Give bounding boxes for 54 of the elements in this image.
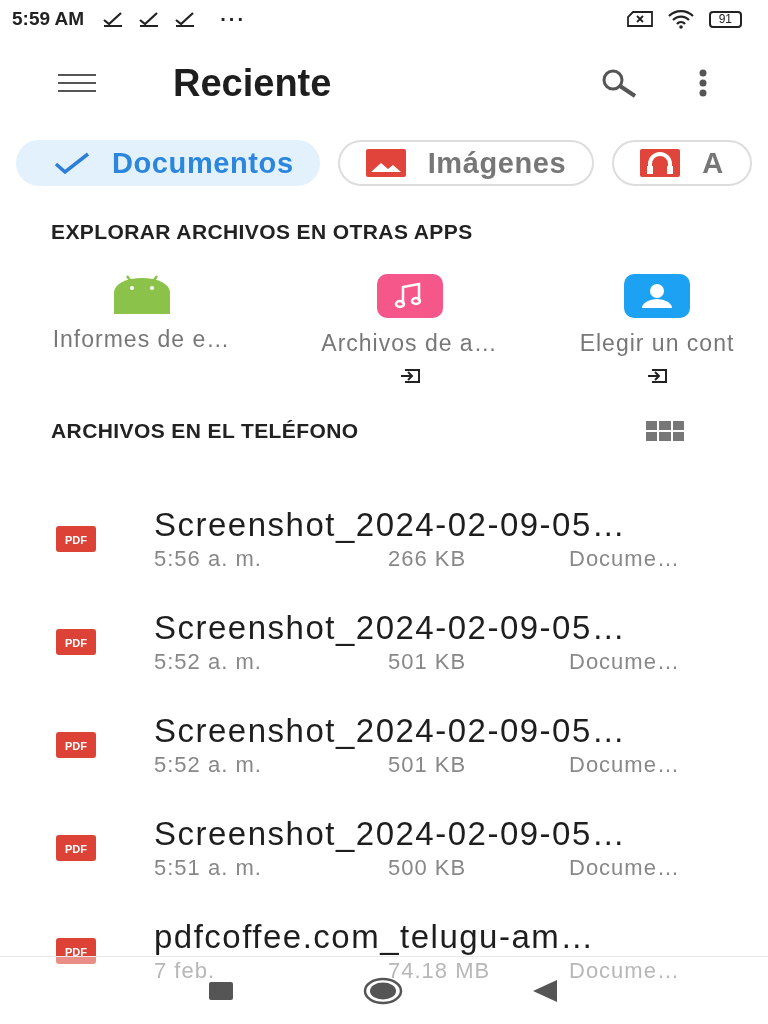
file-time: 5:52 a. m. — [154, 648, 263, 675]
app-label[interactable]: Archivos de a… — [321, 330, 498, 357]
pdf-file-icon: PDF — [56, 525, 96, 552]
check-notification-icon — [174, 11, 197, 27]
music-note-icon[interactable] — [376, 274, 443, 318]
file-type: Docume… — [569, 957, 680, 984]
recents-button-icon[interactable] — [209, 981, 233, 1000]
file-type: Docume… — [569, 751, 680, 778]
file-size: 266 KB — [388, 545, 468, 572]
file-time: 5:52 a. m. — [154, 751, 263, 778]
pdf-file-icon: PDF — [56, 937, 96, 964]
pdf-file-icon: PDF — [56, 628, 96, 655]
file-size: 500 KB — [388, 854, 468, 881]
filter-chip[interactable]: Documentos — [16, 140, 320, 186]
file-type: Docume… — [569, 545, 680, 572]
file-time: 5:51 a. m. — [154, 854, 263, 881]
pdf-file-icon: PDF — [56, 731, 96, 758]
filter-chip[interactable]: Imágenes — [337, 140, 595, 186]
file-time: 7 feb. — [154, 957, 217, 984]
menu-icon[interactable] — [57, 73, 97, 93]
contact-icon[interactable] — [624, 274, 690, 318]
checkmark-icon — [54, 151, 90, 175]
grid-view-icon[interactable] — [646, 421, 684, 441]
filter-chip[interactable]: A — [612, 140, 752, 186]
section-heading: ARCHIVOS EN EL TELÉFONO — [51, 419, 359, 443]
file-name[interactable]: Screenshot_2024-02-09-05… — [154, 814, 680, 853]
section-heading: EXPLORAR ARCHIVOS EN OTRAS APPS — [50, 219, 474, 244]
more-options-icon[interactable] — [698, 69, 708, 97]
file-size: 74.18 MB — [388, 957, 492, 984]
battery-indicator: 91 — [708, 10, 742, 28]
file-name[interactable]: Screenshot_2024-02-09-05… — [154, 505, 680, 544]
search-icon[interactable] — [600, 68, 638, 98]
file-time: 5:56 a. m. — [154, 545, 263, 572]
pdf-file-icon: PDF — [56, 834, 96, 861]
file-name[interactable]: Screenshot_2024-02-09-05… — [154, 711, 680, 750]
check-notification-icon — [138, 11, 161, 27]
back-button-icon[interactable] — [533, 979, 559, 1002]
image-icon — [365, 149, 406, 177]
file-name[interactable]: Screenshot_2024-02-09-05… — [154, 608, 680, 647]
check-notification-icon — [102, 11, 125, 27]
more-notifications: ··· — [220, 7, 247, 31]
file-name[interactable]: pdfcoffee.com_telugu-am… — [154, 917, 680, 956]
wifi-icon — [666, 9, 695, 29]
home-button-icon[interactable] — [363, 976, 403, 1005]
file-size: 501 KB — [388, 751, 468, 778]
sim-icon — [626, 11, 653, 27]
page-title: Reciente — [173, 61, 332, 105]
file-type: Docume… — [569, 854, 680, 881]
file-size: 501 KB — [388, 648, 468, 675]
app-label[interactable]: Elegir un cont — [579, 330, 735, 357]
headphones-icon — [640, 149, 681, 177]
status-time: 5:59 AM — [12, 8, 85, 30]
file-type: Docume… — [569, 648, 680, 675]
app-label[interactable]: Informes de e… — [52, 326, 231, 353]
